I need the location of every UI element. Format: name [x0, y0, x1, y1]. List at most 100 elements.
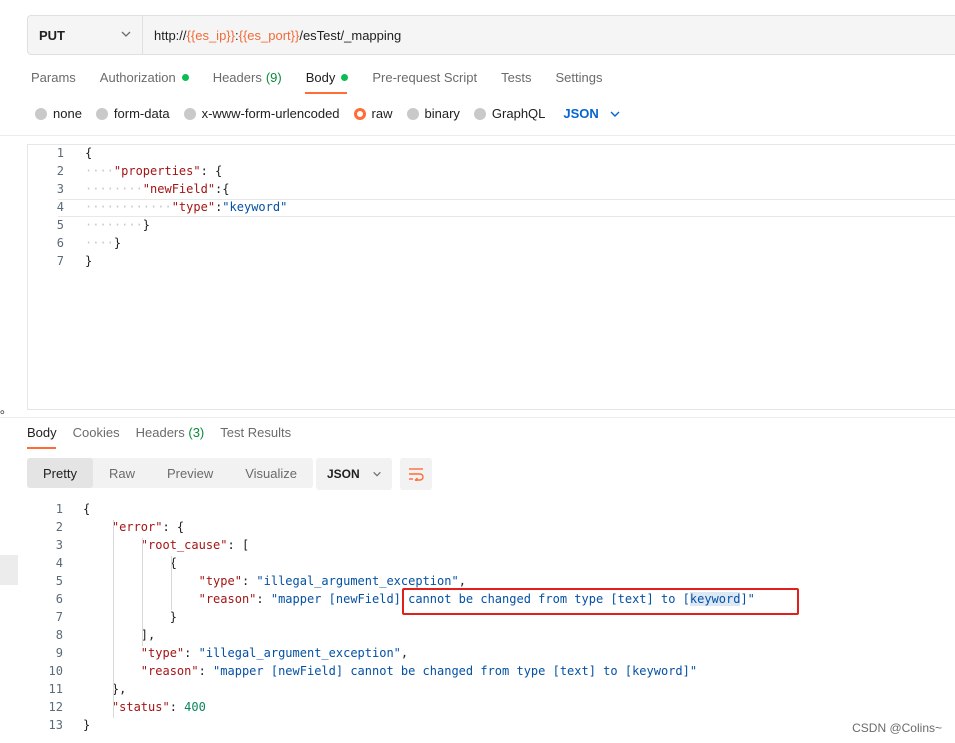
response-format-label: JSON: [327, 467, 360, 481]
active-tab-indicator: [305, 92, 347, 94]
code-line: {: [83, 556, 177, 570]
code-line: ········}: [85, 218, 151, 232]
tab-headers[interactable]: Headers (9): [213, 70, 282, 85]
indent-guide: [171, 556, 172, 610]
tab-settings[interactable]: Settings: [555, 70, 602, 85]
radio-circle-icon: [183, 107, 196, 120]
chevron-down-icon: [121, 31, 131, 37]
status-dot-icon: [181, 74, 189, 81]
tab-label: Authorization: [99, 70, 176, 85]
code-line: "error": {: [111, 520, 185, 534]
line-number: 6: [56, 236, 64, 250]
body-language-label: JSON: [563, 106, 599, 121]
view-raw-button[interactable]: Raw: [93, 458, 151, 488]
radio-label: binary: [424, 106, 460, 121]
view-preview-button[interactable]: Preview: [151, 458, 229, 488]
line-number: 10: [48, 664, 63, 678]
left-edge-strip: [0, 555, 18, 585]
line-number: 11: [48, 682, 63, 696]
response-tab-body[interactable]: Body: [27, 425, 57, 440]
tab-tests[interactable]: Tests: [501, 70, 531, 85]
response-tab-test-results[interactable]: Test Results: [220, 425, 291, 440]
radio-label: GraphQL: [491, 106, 546, 121]
line-number: 1: [55, 502, 63, 516]
tab-body[interactable]: Body: [306, 70, 349, 85]
tab-label: Settings: [555, 70, 603, 85]
line-number: 6: [55, 592, 63, 606]
code-line: "status": 400: [111, 700, 206, 714]
divider: [0, 135, 955, 136]
tab-params[interactable]: Params: [31, 70, 76, 85]
tab-label: Body: [305, 70, 336, 85]
response-tab-label: Body: [27, 425, 57, 440]
line-number: 5: [56, 218, 64, 232]
line-number: 3: [56, 182, 64, 196]
line-number: 9: [55, 646, 63, 660]
divider: [0, 417, 955, 418]
annotation-highlight-box: [402, 588, 799, 615]
radio-none[interactable]: none: [35, 106, 82, 121]
line-number: 5: [55, 574, 63, 588]
line-number: 7: [56, 254, 64, 268]
code-line: ············"type":"keyword": [85, 200, 288, 214]
tab-label: Tests: [501, 70, 532, 85]
response-tab-count: (3): [188, 425, 205, 440]
line-number: 12: [48, 700, 63, 714]
radio-circle-icon: [95, 107, 108, 120]
response-format-select[interactable]: JSON: [316, 458, 392, 490]
radio-circle-icon: [473, 107, 486, 120]
line-number: 1: [56, 146, 64, 160]
radio-x-www-form-urlencoded[interactable]: x-www-form-urlencoded: [183, 106, 340, 121]
radio-circle-icon: [353, 107, 366, 120]
indent-guide: [113, 520, 114, 718]
line-number: 3: [55, 538, 63, 552]
radio-binary[interactable]: binary: [406, 106, 460, 121]
view-pretty-button[interactable]: Pretty: [27, 458, 93, 488]
code-line: "type": "illegal_argument_exception",: [198, 574, 466, 588]
code-line: ········"newField":{: [85, 182, 230, 196]
response-tabs: Body Cookies Headers (3) Test Results: [27, 425, 307, 440]
code-line: },: [83, 682, 127, 696]
chevron-down-icon: [372, 471, 381, 477]
line-number: 2: [55, 520, 63, 534]
left-edge-mark: 。: [0, 402, 13, 416]
tab-count: (9): [265, 70, 282, 85]
status-dot-icon: [341, 74, 349, 81]
response-tab-label: Test Results: [220, 425, 292, 440]
wrap-lines-button[interactable]: [400, 458, 432, 490]
radio-raw[interactable]: raw: [353, 106, 393, 121]
body-type-radios: none form-data x-www-form-urlencoded raw bin…: [35, 106, 621, 121]
tab-pre-request-script[interactable]: Pre-request Script: [372, 70, 477, 85]
line-number: 4: [55, 556, 63, 570]
url-var-port: {{es_port}}: [238, 27, 300, 43]
code-line: {: [83, 502, 91, 516]
code-line: }: [83, 718, 91, 732]
view-visualize-button[interactable]: Visualize: [229, 458, 313, 488]
radio-circle-icon: [35, 107, 47, 120]
response-tab-cookies[interactable]: Cookies: [73, 425, 120, 440]
chevron-down-icon: [610, 111, 620, 117]
line-number: 2: [56, 164, 64, 178]
response-tab-label: Cookies: [72, 425, 120, 440]
radio-label: x-www-form-urlencoded: [201, 106, 340, 121]
radio-circle-icon: [406, 107, 419, 120]
watermark: CSDN @Colins~: [852, 721, 942, 735]
request-tabs: Params Authorization Headers (9) Body Pre-req…: [31, 70, 626, 85]
response-tab-headers[interactable]: Headers (3): [136, 425, 205, 440]
code-line: ····"properties": {: [85, 164, 223, 178]
code-line: "root_cause": [: [140, 538, 250, 552]
response-tab-label: Headers: [135, 425, 185, 440]
method-select[interactable]: PUT: [28, 16, 143, 54]
code-line: "type": "illegal_argument_exception",: [140, 646, 409, 660]
active-response-tab-indicator: [27, 447, 56, 449]
url-var-ip: {{es_ip}}: [186, 27, 235, 43]
code-line: }: [83, 610, 177, 624]
radio-graphql[interactable]: GraphQL: [473, 106, 546, 121]
url-input[interactable]: http://{{es_ip}}: {{es_port}}/esTest/_map…: [154, 16, 401, 54]
tab-authorization[interactable]: Authorization: [100, 70, 189, 85]
tab-label: Headers: [212, 70, 262, 85]
wrap-lines-icon: [409, 468, 424, 481]
body-language-select[interactable]: JSON: [563, 106, 620, 121]
radio-label: form-data: [113, 106, 170, 121]
radio-form-data[interactable]: form-data: [95, 106, 170, 121]
